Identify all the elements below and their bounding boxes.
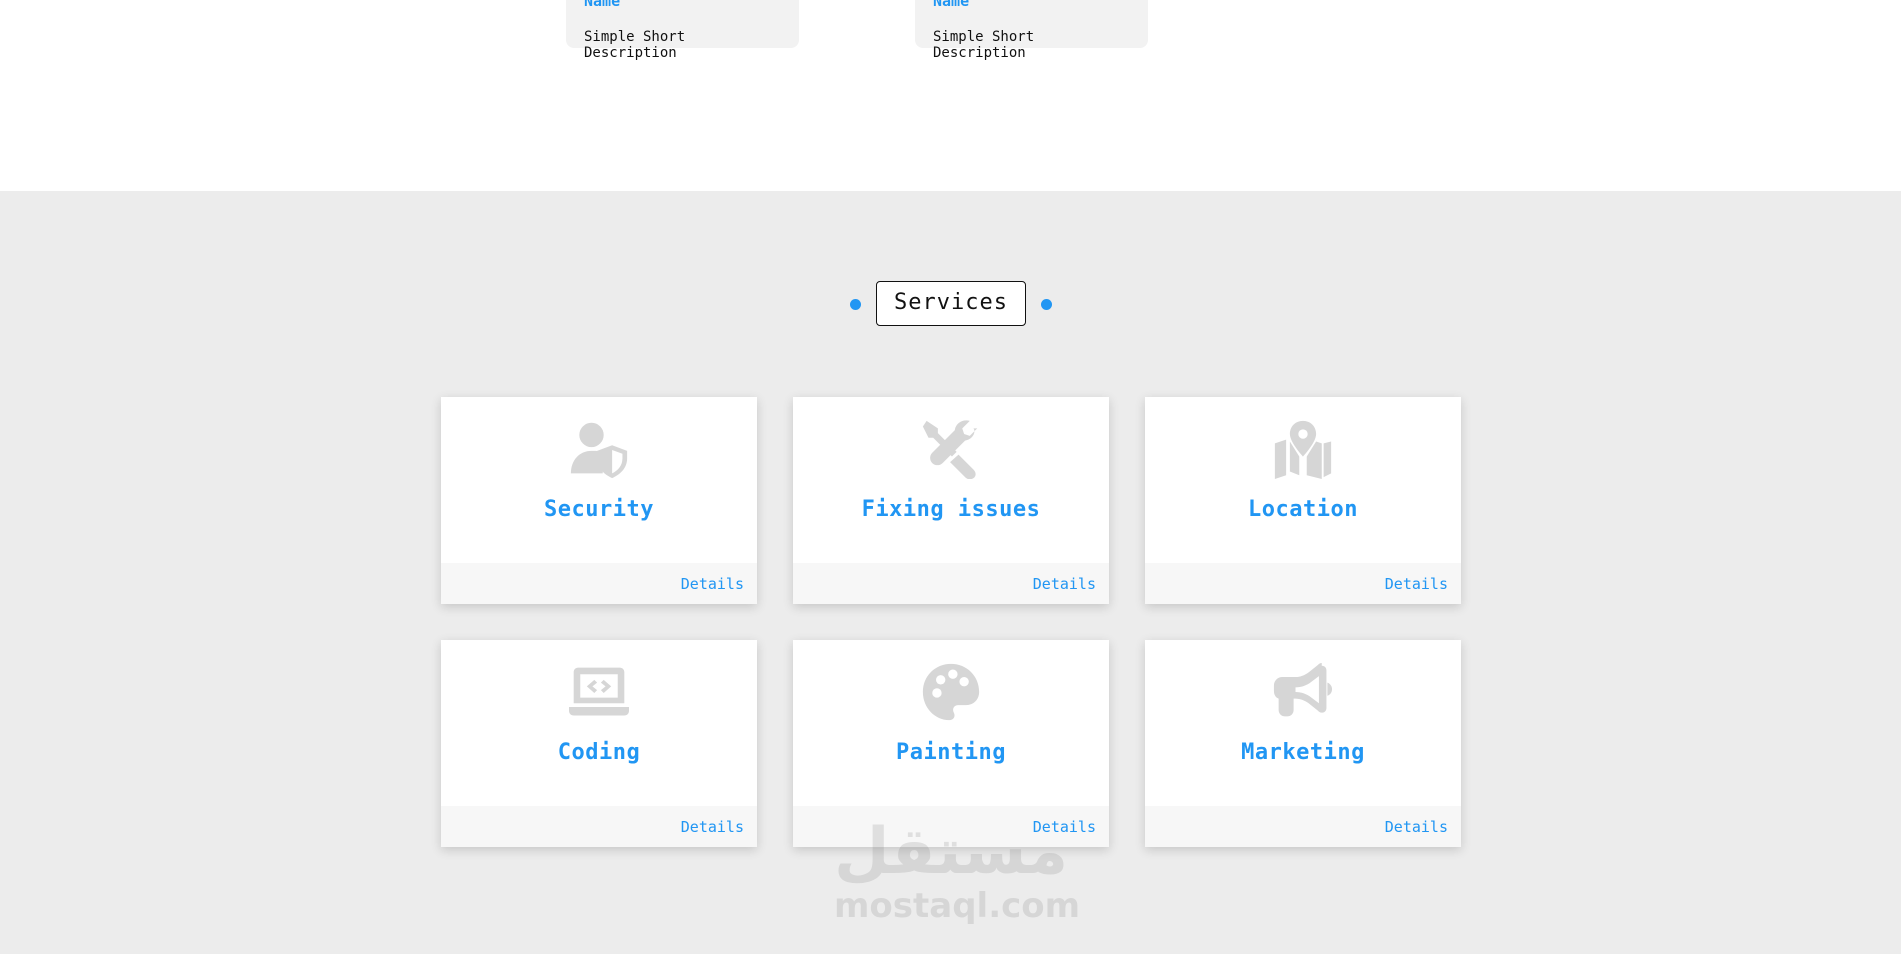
service-title: Security <box>544 497 654 522</box>
bullhorn-icon <box>1273 662 1333 722</box>
service-card-footer: Details <box>793 563 1109 604</box>
laptop-code-icon <box>569 662 629 722</box>
map-location-icon <box>1273 419 1333 479</box>
details-link[interactable]: Details <box>681 575 744 593</box>
details-link[interactable]: Details <box>1033 575 1096 593</box>
mostaql-watermark: مستقل mostaql.com <box>834 815 1081 936</box>
team-member-card: Name Simple Short Description <box>566 0 799 61</box>
section-title: Services <box>876 281 1026 326</box>
service-card-footer: Details <box>441 806 757 847</box>
member-name: Name <box>584 0 621 10</box>
service-card-fixing-issues: Fixing issues Details <box>793 397 1109 604</box>
member-name: Name <box>933 0 970 10</box>
service-card-security: Security Details <box>441 397 757 604</box>
details-link[interactable]: Details <box>1385 818 1448 836</box>
service-title: Marketing <box>1241 740 1365 765</box>
service-title: Fixing issues <box>861 497 1041 522</box>
service-card-location: Location Details <box>1145 397 1461 604</box>
service-card-footer: Details <box>1145 563 1461 604</box>
member-description: Simple Short Description <box>584 29 686 61</box>
service-title: Painting <box>896 740 1006 765</box>
service-card-footer: Details <box>441 563 757 604</box>
watermark-logo: مستقل <box>834 815 1069 889</box>
member-description: Simple Short Description <box>933 29 1035 61</box>
service-card-coding: Coding Details <box>441 640 757 847</box>
team-section: Name Simple Short Description Name Simpl… <box>0 0 1901 191</box>
palette-icon <box>921 662 981 722</box>
details-link[interactable]: Details <box>681 818 744 836</box>
section-heading: Services <box>0 281 1901 326</box>
user-shield-icon <box>569 419 629 479</box>
watermark-site: mostaql.com <box>834 886 1081 926</box>
team-member-card: Name Simple Short Description <box>915 0 1148 61</box>
services-section: Services Security Details Fixing issues <box>0 191 1901 954</box>
service-card-marketing: Marketing Details <box>1145 640 1461 847</box>
service-title: Location <box>1248 497 1358 522</box>
heading-dot-right <box>1041 299 1052 310</box>
details-link[interactable]: Details <box>1385 575 1448 593</box>
service-title: Coding <box>557 740 641 765</box>
tools-icon <box>921 419 981 480</box>
heading-dot-left <box>850 299 861 310</box>
service-card-footer: Details <box>1145 806 1461 847</box>
